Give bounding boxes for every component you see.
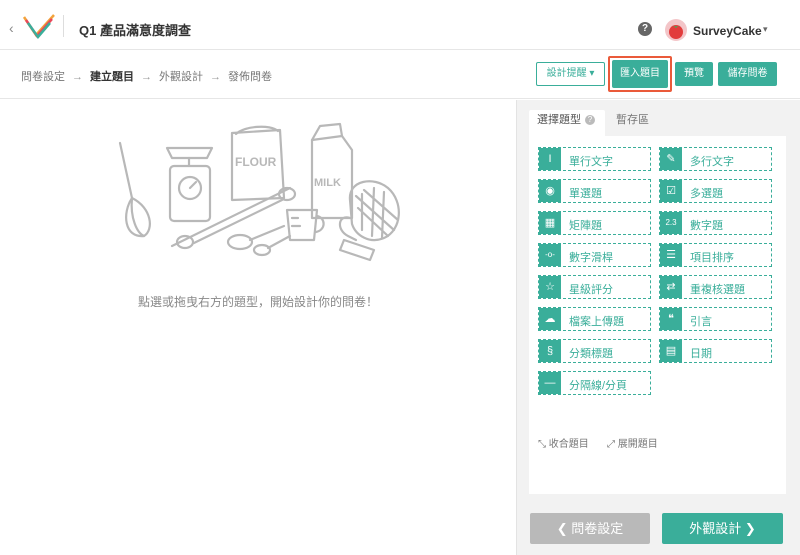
- quote-icon: ❝: [660, 308, 682, 330]
- question-type-label: 數字題: [690, 220, 723, 232]
- breadcrumb: 問卷設定 → 建立題目 → 外觀設計 → 發佈問卷: [21, 68, 272, 84]
- multi-line-text-icon: ✎: [660, 148, 682, 170]
- question-type-item[interactable]: ✎ 多行文字: [659, 147, 772, 171]
- single-line-text-icon: I: [539, 148, 561, 170]
- question-type-item[interactable]: ◉ 單選題: [538, 179, 651, 203]
- question-type-label: 分隔線/分頁: [569, 380, 628, 392]
- tab-temp-storage[interactable]: 暫存區: [616, 110, 649, 136]
- breadcrumb-arrow-icon: →: [210, 71, 221, 83]
- breadcrumb-arrow-icon: →: [72, 71, 83, 83]
- repeat-check-icon: ⇄: [660, 276, 682, 298]
- slider-icon: -o-: [539, 244, 561, 266]
- question-type-label: 引言: [690, 316, 712, 328]
- user-avatar[interactable]: [665, 19, 687, 41]
- collapse-icon: ⤡: [538, 439, 546, 450]
- star-icon: ☆: [539, 276, 561, 298]
- question-type-label: 星級評分: [569, 284, 613, 296]
- question-type-label: 單行文字: [569, 156, 613, 168]
- preview-button[interactable]: 預覽: [675, 62, 713, 86]
- step-publish[interactable]: 發佈問卷: [228, 68, 272, 84]
- matrix-icon: ▦: [539, 212, 561, 234]
- checkbox-icon: ☑: [660, 180, 682, 202]
- question-type-label: 多選題: [690, 188, 723, 200]
- help-icon[interactable]: ?: [638, 22, 652, 36]
- import-questions-button[interactable]: 匯入題目: [612, 60, 668, 88]
- number-icon: 2.3: [660, 212, 682, 234]
- collapse-questions-link[interactable]: ⤡ 收合題目: [538, 435, 589, 450]
- milk-word: MILK: [314, 177, 341, 189]
- design-tips-dropdown[interactable]: 設計提醒 ▾: [536, 62, 605, 86]
- expand-label: 展開題目: [617, 439, 658, 450]
- question-type-item[interactable]: ❝ 引言: [659, 307, 772, 331]
- sort-list-icon: ☰: [660, 244, 682, 266]
- question-type-item[interactable]: ▤ 日期: [659, 339, 772, 363]
- question-type-label: 項目排序: [690, 252, 734, 264]
- question-type-label: 分類標題: [569, 348, 613, 360]
- question-type-item[interactable]: -o- 數字滑桿: [538, 243, 651, 267]
- question-type-label: 檔案上傳題: [569, 316, 624, 328]
- next-step-button[interactable]: 外觀設計 ❯: [662, 513, 783, 544]
- question-type-item[interactable]: ☁ 檔案上傳題: [538, 307, 651, 331]
- back-chevron-icon[interactable]: ‹: [9, 20, 14, 36]
- question-type-label: 多行文字: [690, 156, 734, 168]
- expand-questions-link[interactable]: ⤢ 展開題目: [607, 435, 658, 450]
- empty-canvas-hint: 點選或拖曳右方的題型，開始設計你的問卷！: [137, 295, 378, 309]
- step-build-questions[interactable]: 建立題目: [90, 68, 134, 84]
- kitchen-illustration: FLOUR MILK: [118, 122, 400, 262]
- flour-word: FLOUR: [235, 155, 277, 169]
- strawberry-avatar-icon: [669, 25, 683, 39]
- step-survey-settings[interactable]: 問卷設定: [21, 68, 65, 84]
- question-type-item[interactable]: I 單行文字: [538, 147, 651, 171]
- prev-step-button[interactable]: ❮ 問卷設定: [530, 513, 650, 544]
- question-type-item[interactable]: ▦ 矩陣題: [538, 211, 651, 235]
- user-menu-caret-icon[interactable]: ▾: [763, 24, 768, 35]
- breadcrumb-arrow-icon: →: [141, 71, 152, 83]
- radio-icon: ◉: [539, 180, 561, 202]
- question-type-label: 矩陣題: [569, 220, 602, 232]
- question-type-item[interactable]: — 分隔線/分頁: [538, 371, 651, 395]
- question-type-label: 日期: [690, 348, 712, 360]
- section-icon: §: [539, 340, 561, 362]
- question-type-item[interactable]: ⇄ 重複核選題: [659, 275, 772, 299]
- surveycake-logo[interactable]: [22, 13, 56, 39]
- save-survey-button[interactable]: 儲存問卷: [718, 62, 777, 86]
- question-icon[interactable]: ?: [585, 115, 595, 125]
- tab-question-types[interactable]: 選擇題型?: [529, 110, 605, 136]
- question-type-item[interactable]: ☰ 項目排序: [659, 243, 772, 267]
- question-type-item[interactable]: ☑ 多選題: [659, 179, 772, 203]
- collapse-label: 收合題目: [548, 439, 589, 450]
- calendar-icon: ▤: [660, 340, 682, 362]
- question-type-item[interactable]: 2.3 數字題: [659, 211, 772, 235]
- step-appearance-design[interactable]: 外觀設計: [159, 68, 203, 84]
- user-name[interactable]: SurveyCake: [693, 24, 762, 38]
- question-type-label: 數字滑桿: [569, 252, 613, 264]
- question-type-label: 重複核選題: [690, 284, 745, 296]
- question-type-item[interactable]: ☆ 星級評分: [538, 275, 651, 299]
- divider-icon: —: [539, 372, 561, 394]
- question-type-label: 單選題: [569, 188, 602, 200]
- survey-title: Q1 產品滿意度調查: [79, 23, 191, 38]
- tab-label: 選擇題型: [537, 114, 581, 126]
- header-divider: [63, 15, 64, 37]
- expand-icon: ⤢: [607, 439, 615, 450]
- question-type-item[interactable]: § 分類標題: [538, 339, 651, 363]
- cloud-upload-icon: ☁: [539, 308, 561, 330]
